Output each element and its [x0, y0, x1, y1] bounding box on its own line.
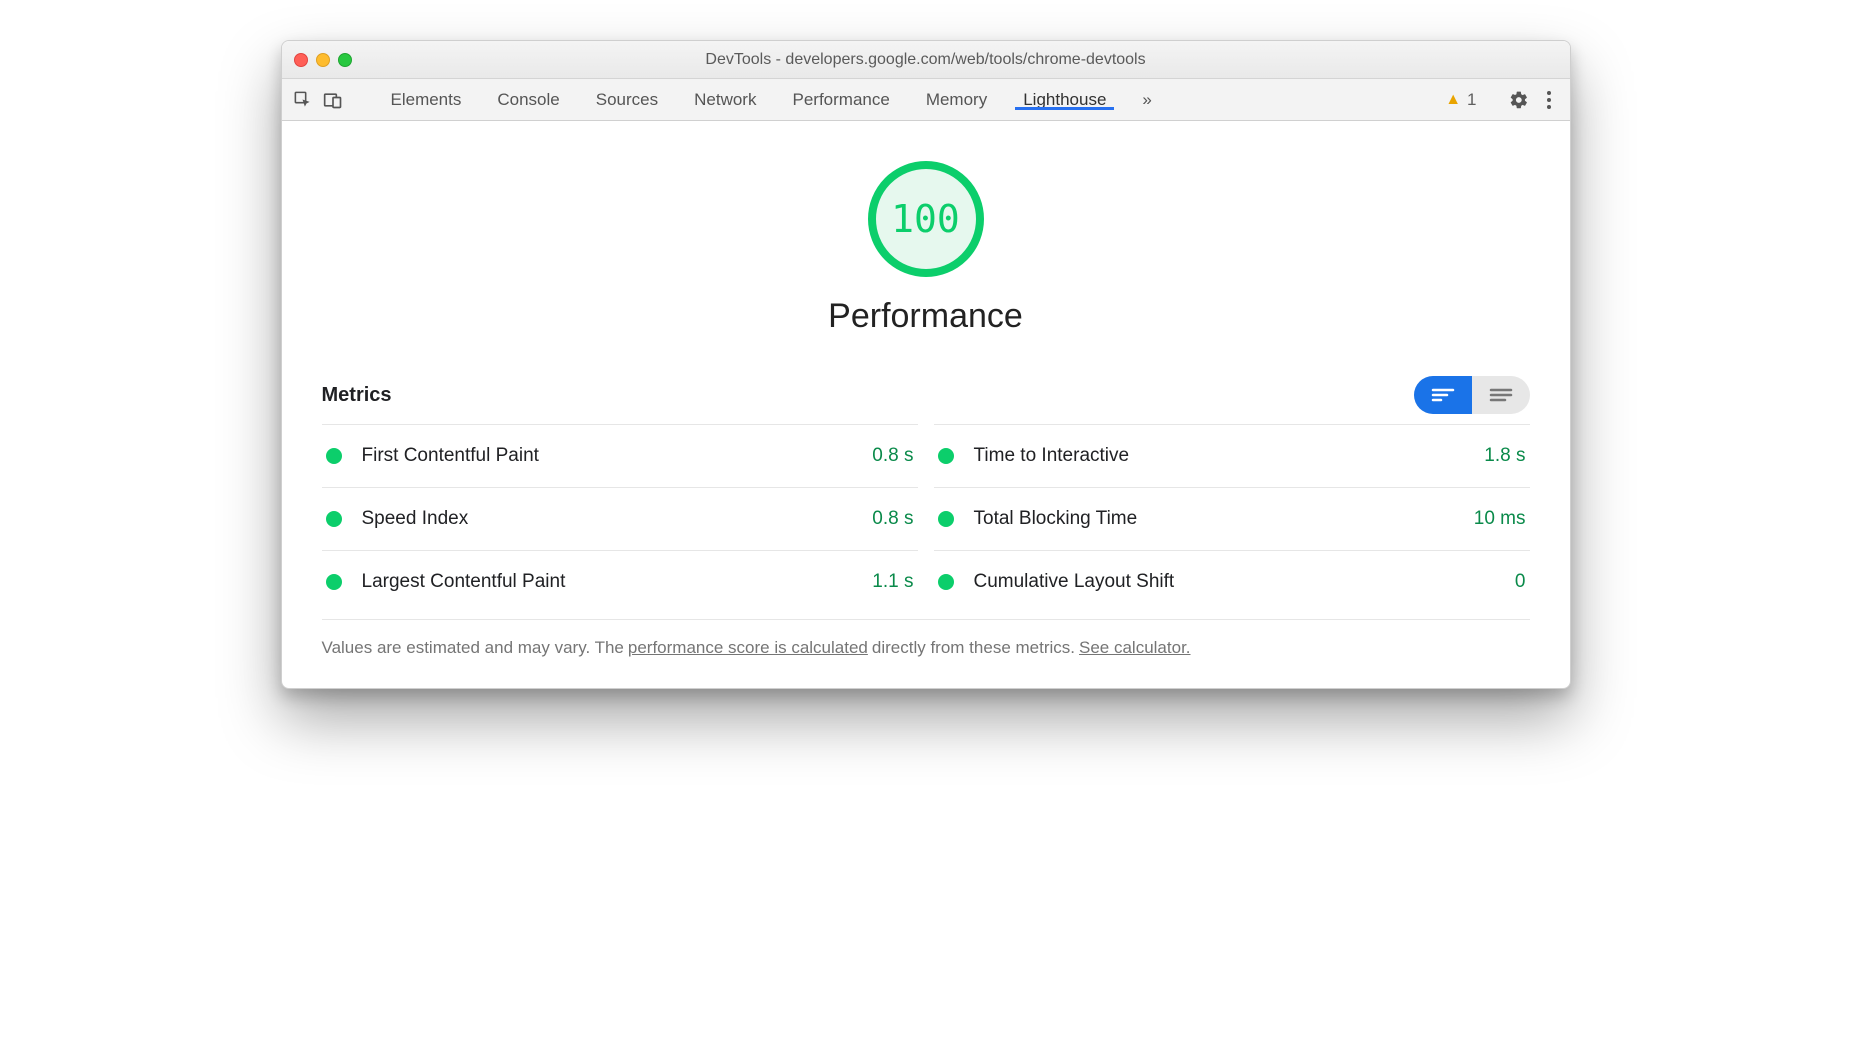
settings-icon[interactable]: [1504, 79, 1534, 121]
tab-console[interactable]: Console: [479, 90, 577, 110]
toolbar-right: ▲ 1: [1435, 79, 1563, 120]
status-dot-icon: [326, 448, 342, 464]
metric-value: 0: [1515, 571, 1526, 593]
titlebar: DevTools - developers.google.com/web/too…: [282, 41, 1570, 79]
toolbar-left: Elements Console Sources Network Perform…: [288, 79, 1170, 120]
metric-label: Speed Index: [362, 508, 873, 530]
warning-icon: ▲: [1445, 91, 1461, 109]
devtools-toolbar: Elements Console Sources Network Perform…: [282, 79, 1570, 121]
window-title: DevTools - developers.google.com/web/too…: [282, 51, 1570, 69]
metric-label: Total Blocking Time: [974, 508, 1474, 530]
metric-value: 10 ms: [1474, 508, 1526, 530]
window-controls: [294, 53, 352, 67]
performance-score-value: 100: [891, 197, 960, 241]
tabs-overflow-button[interactable]: »: [1124, 90, 1169, 110]
tab-elements[interactable]: Elements: [373, 90, 480, 110]
status-dot-icon: [326, 574, 342, 590]
metric-label: Cumulative Layout Shift: [974, 571, 1515, 593]
footnote-text: directly from these metrics.: [872, 638, 1075, 658]
tab-lighthouse[interactable]: Lighthouse: [1005, 90, 1124, 110]
metric-tbt[interactable]: Total Blocking Time 10 ms: [934, 487, 1530, 550]
tab-memory[interactable]: Memory: [908, 90, 1005, 110]
close-window-button[interactable]: [294, 53, 308, 67]
lighthouse-report: 100 Performance Metrics: [282, 121, 1570, 688]
metric-si[interactable]: Speed Index 0.8 s: [322, 487, 918, 550]
metric-tti[interactable]: Time to Interactive 1.8 s: [934, 424, 1530, 487]
score-gauge-section: 100 Performance: [322, 161, 1530, 336]
metrics-header: Metrics: [322, 376, 1530, 414]
status-dot-icon: [938, 511, 954, 527]
devtools-window: DevTools - developers.google.com/web/too…: [281, 40, 1571, 689]
maximize-window-button[interactable]: [338, 53, 352, 67]
metric-value: 0.8 s: [872, 508, 913, 530]
more-menu-icon[interactable]: [1534, 79, 1564, 121]
metrics-heading: Metrics: [322, 384, 392, 407]
metric-label: Largest Contentful Paint: [362, 571, 873, 593]
metrics-footnote: Values are estimated and may vary. The p…: [322, 619, 1530, 658]
tab-network[interactable]: Network: [676, 90, 774, 110]
view-expanded-button[interactable]: [1472, 376, 1530, 414]
metric-cls[interactable]: Cumulative Layout Shift 0: [934, 550, 1530, 613]
tab-sources[interactable]: Sources: [578, 90, 676, 110]
metric-lcp[interactable]: Largest Contentful Paint 1.1 s: [322, 550, 918, 613]
metrics-grid: First Contentful Paint 0.8 s Time to Int…: [322, 424, 1530, 613]
performance-score-gauge: 100: [868, 161, 984, 277]
link-see-calculator[interactable]: See calculator.: [1079, 638, 1191, 658]
metric-label: First Contentful Paint: [362, 445, 873, 467]
metric-value: 0.8 s: [872, 445, 913, 467]
metric-fcp[interactable]: First Contentful Paint 0.8 s: [322, 424, 918, 487]
metrics-view-toggle: [1414, 376, 1530, 414]
status-dot-icon: [326, 511, 342, 527]
warnings-badge[interactable]: ▲ 1: [1435, 90, 1486, 110]
metric-value: 1.8 s: [1484, 445, 1525, 467]
tab-performance[interactable]: Performance: [774, 90, 907, 110]
device-toolbar-icon[interactable]: [318, 79, 348, 121]
warning-count: 1: [1467, 90, 1476, 110]
panel-tabs: Elements Console Sources Network Perform…: [373, 90, 1170, 110]
inspect-element-icon[interactable]: [288, 79, 318, 121]
category-title: Performance: [828, 297, 1023, 336]
metric-value: 1.1 s: [872, 571, 913, 593]
metric-label: Time to Interactive: [974, 445, 1485, 467]
minimize-window-button[interactable]: [316, 53, 330, 67]
status-dot-icon: [938, 574, 954, 590]
status-dot-icon: [938, 448, 954, 464]
link-score-calculated[interactable]: performance score is calculated: [628, 638, 868, 658]
footnote-text: Values are estimated and may vary. The: [322, 638, 624, 658]
view-condensed-button[interactable]: [1414, 376, 1472, 414]
